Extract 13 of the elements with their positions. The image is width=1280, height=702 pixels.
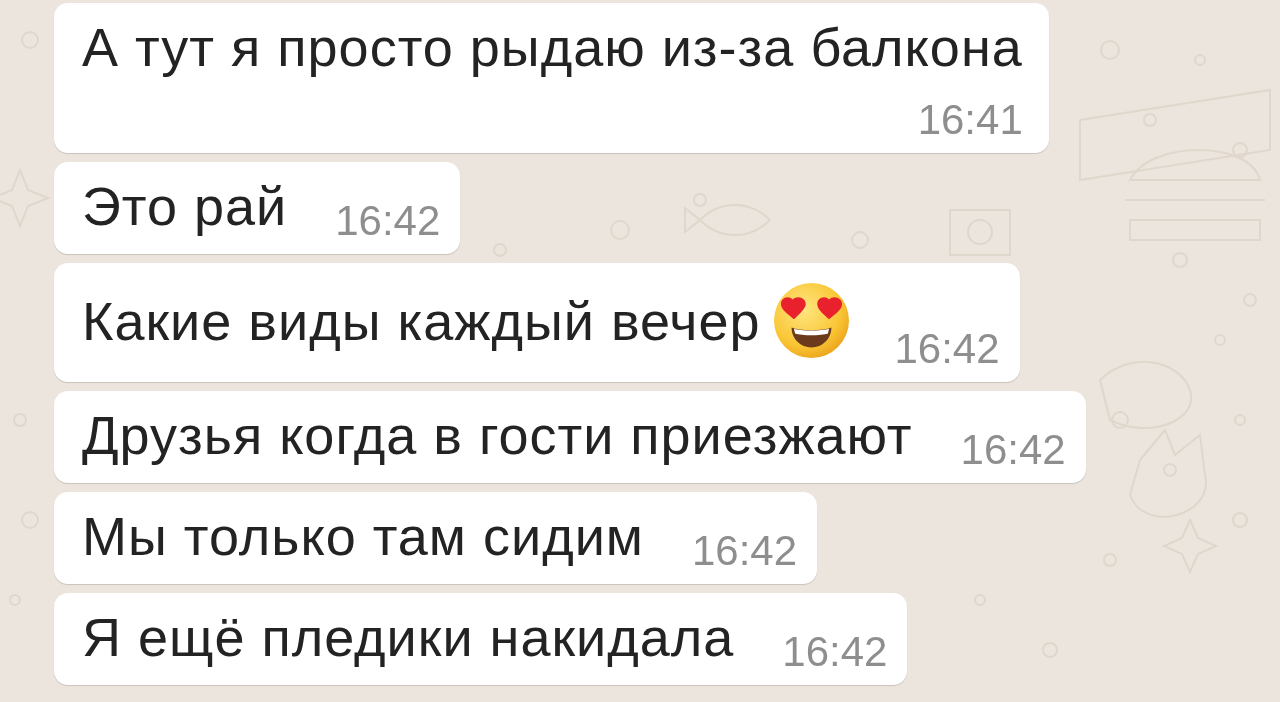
message-time: 16:42 <box>335 206 441 236</box>
message-time: 16:42 <box>782 637 888 667</box>
message-text: Это рай <box>82 176 288 236</box>
message-text: Я ещё пледики накидала <box>82 607 735 667</box>
message-time: 16:42 <box>960 435 1066 465</box>
message-time: 16:42 <box>691 536 798 566</box>
heart-eyes-emoji-icon <box>774 283 850 358</box>
message-time: 16:42 <box>894 334 1000 364</box>
message-text: Какие виды каждый вечер <box>82 290 761 351</box>
message-text: Мы только там сидим <box>82 506 644 566</box>
message-text: Друзья когда в гости приезжают <box>82 405 913 465</box>
message-text: А тут я просто рыдаю из-за балкона <box>82 17 1023 77</box>
message-time: 16:41 <box>917 105 1023 135</box>
